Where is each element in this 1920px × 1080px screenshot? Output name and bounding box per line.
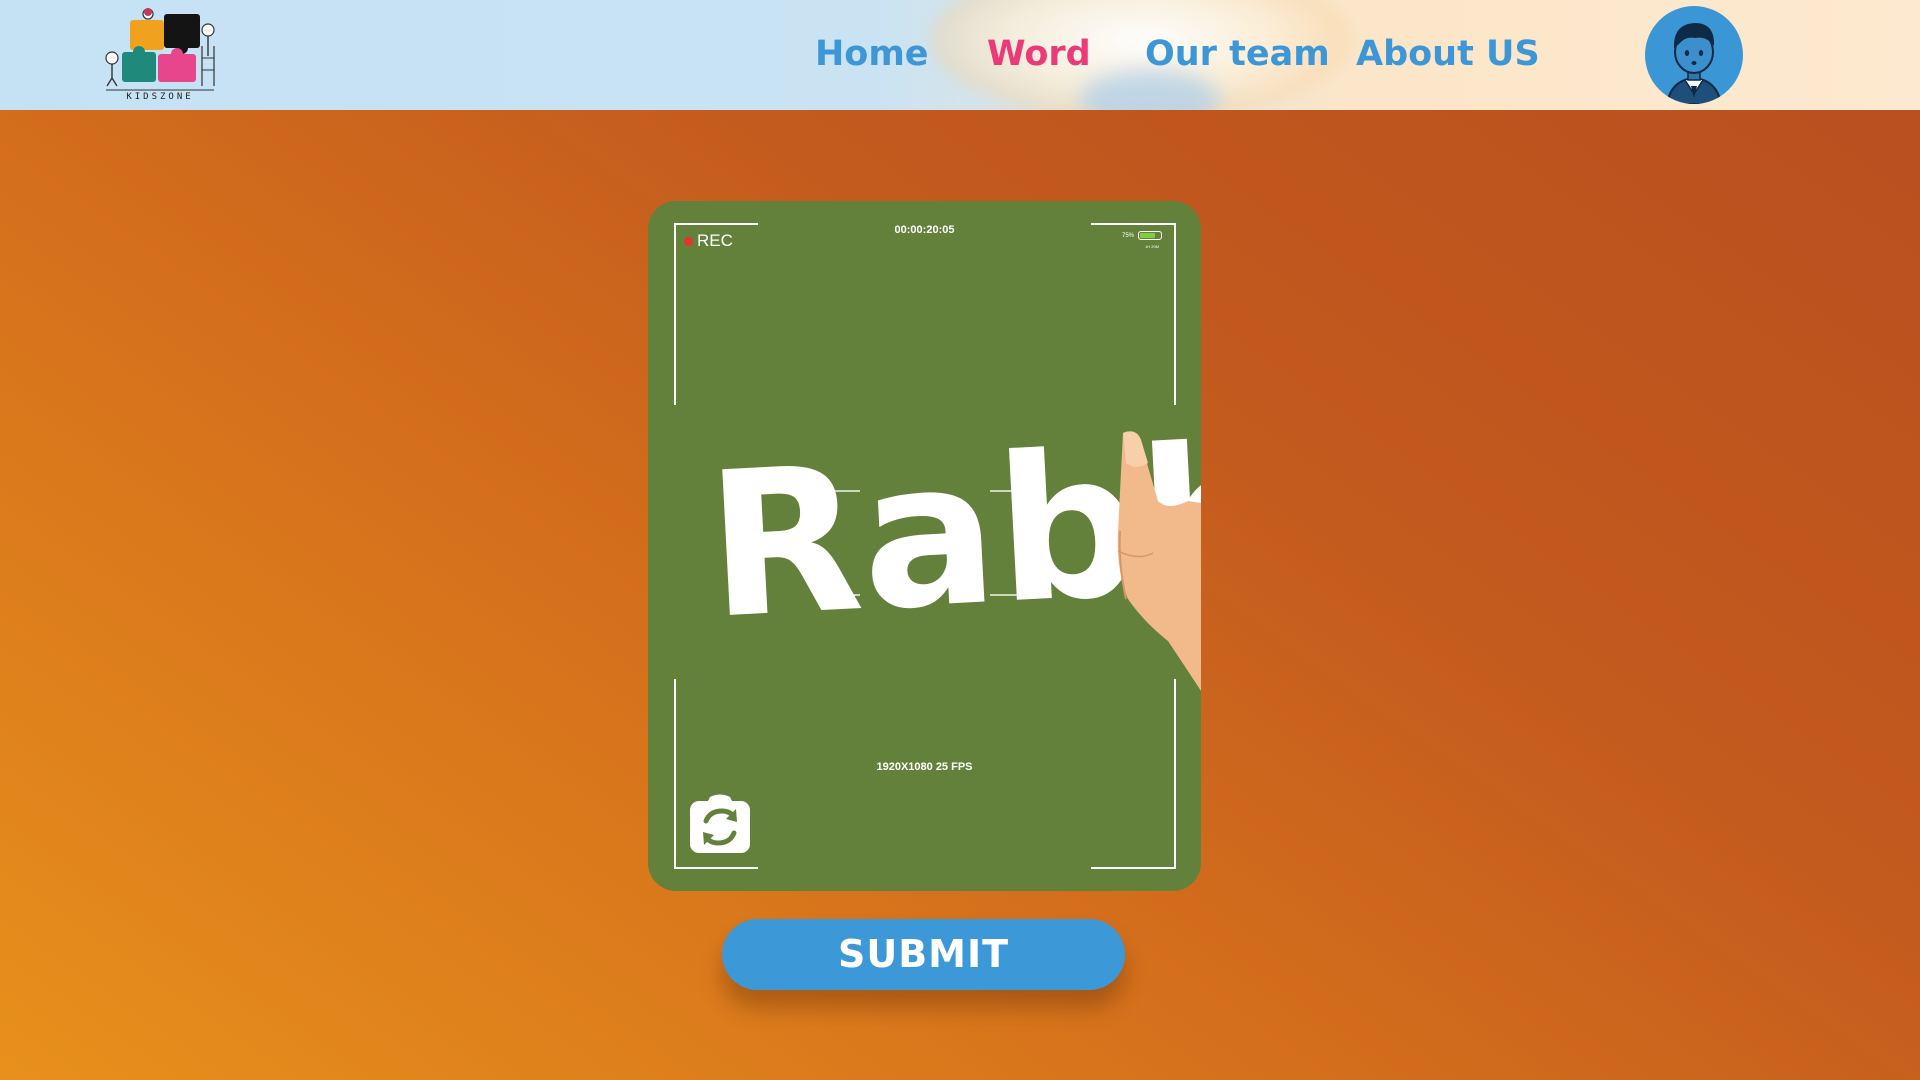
puzzle-logo-icon (105, 8, 215, 91)
record-dot-icon (684, 236, 693, 246)
battery-icon (1138, 231, 1162, 240)
battery-level-fill (1140, 233, 1155, 238)
nav-our-team[interactable]: Our team (1145, 34, 1330, 74)
submit-button[interactable]: SUBMIT (722, 919, 1125, 990)
switch-camera-button[interactable] (690, 793, 750, 853)
camera-switch-icon (690, 794, 750, 853)
battery-remaining: 1H 20M (1145, 244, 1160, 249)
camera-preview: Rabbit REC 00:00:20:05 75% 1H 20M 1920X1… (648, 201, 1201, 891)
header-bar: KIDSZONE Home Word Our team About US (0, 0, 1920, 110)
nav-word[interactable]: Word (987, 34, 1091, 74)
kidszone-logo[interactable]: KIDSZONE (100, 6, 220, 106)
resolution-label: 1920X1080 25 FPS (876, 761, 973, 773)
user-avatar[interactable] (1645, 6, 1743, 104)
boy-avatar-icon (1665, 23, 1723, 104)
camera-viewfinder-frame: Rabbit (674, 223, 1201, 869)
nav-about-us[interactable]: About US (1356, 34, 1540, 74)
page: KIDSZONE Home Word Our team About US Rab… (0, 0, 1920, 1080)
nav-home[interactable]: Home (815, 34, 929, 74)
recording-timecode: 00:00:20:05 (894, 224, 955, 236)
battery-percent: 75% (1122, 233, 1135, 239)
logo-wordmark: KIDSZONE (126, 92, 194, 102)
